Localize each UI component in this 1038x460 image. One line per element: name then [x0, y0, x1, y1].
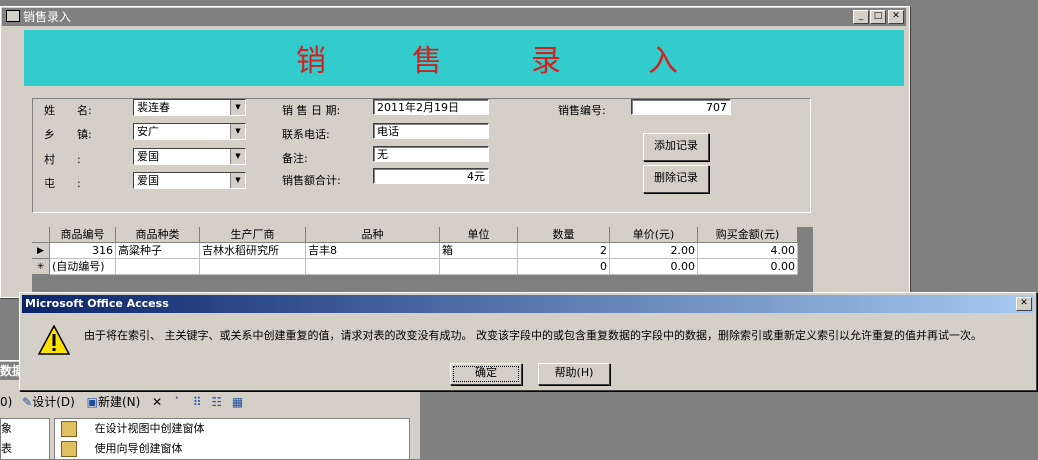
note-label: 备注:: [282, 152, 308, 165]
small-icons-icon[interactable]: ⠿: [193, 395, 202, 409]
column-header[interactable]: 生产厂商: [200, 227, 306, 243]
table-cell[interactable]: 吉林水稻研究所: [200, 243, 306, 259]
dialog-title: Microsoft Office Access: [25, 297, 169, 310]
open-button-fragment[interactable]: 0): [0, 395, 12, 409]
banner-char: 录: [531, 44, 561, 79]
design-icon: ✎: [22, 395, 33, 409]
village-combo[interactable]: 爱国 ▼: [133, 148, 246, 165]
close-icon[interactable]: ✕: [888, 10, 904, 24]
list-item[interactable]: 使用向导创建窗体: [55, 439, 409, 459]
dropdown-arrow-icon[interactable]: ▼: [230, 100, 245, 115]
column-header[interactable]: 单位: [440, 227, 518, 243]
dropdown-arrow-icon[interactable]: ▼: [230, 149, 245, 164]
banner-char: 销: [296, 44, 326, 79]
new-record-selector[interactable]: ✳: [32, 259, 50, 275]
village-label: 村 :: [44, 153, 81, 166]
village-value: 爱国: [137, 150, 159, 163]
help-button[interactable]: 帮助(H): [538, 363, 610, 385]
table-cell[interactable]: 316: [50, 243, 116, 259]
column-header[interactable]: 商品编号: [50, 227, 116, 243]
ok-button[interactable]: 确定: [450, 363, 522, 385]
warning-icon: [38, 325, 70, 355]
dropdown-arrow-icon[interactable]: ▼: [230, 124, 245, 139]
list-item-label: 使用向导创建窗体: [94, 442, 183, 455]
table-cell[interactable]: [306, 259, 440, 275]
delete-record-button[interactable]: 删除记录: [643, 165, 709, 193]
town-combo[interactable]: 安广 ▼: [133, 123, 246, 140]
table-cell[interactable]: 0: [518, 259, 610, 275]
sales-form-window: 销售录入 _ □ ✕ 销 售 录 入 姓 名: 裴连春 ▼ 乡 镇: 安广 ▼ 村 …: [0, 6, 910, 298]
list-item[interactable]: 在设计视图中创建窗体: [55, 419, 409, 439]
hamlet-combo[interactable]: 爱国 ▼: [133, 172, 246, 189]
date-field[interactable]: 2011年2月19日: [373, 99, 489, 115]
db-object-item[interactable]: 表: [1, 439, 49, 459]
db-items-pane: 在设计视图中创建窗体 使用向导创建窗体: [54, 418, 410, 460]
dialog-title-bar[interactable]: Microsoft Office Access ✕: [22, 295, 1034, 313]
form-item-icon: [61, 441, 77, 457]
hamlet-value: 爱国: [137, 174, 159, 187]
maximize-icon[interactable]: □: [870, 10, 886, 24]
sales-datasheet: 商品编号 商品种类 生产厂商 品种 单位 数量 单价(元) 购买金额(元) ▶ …: [32, 227, 813, 297]
sale-no-label: 销售编号:: [558, 104, 606, 117]
banner-char: 售: [412, 44, 442, 79]
banner-char: 入: [648, 44, 678, 79]
grid-corner[interactable]: [32, 227, 50, 243]
name-label: 姓 名:: [44, 104, 92, 117]
table-cell[interactable]: 4.00: [698, 243, 798, 259]
table-cell[interactable]: 吉丰8: [306, 243, 440, 259]
error-dialog: Microsoft Office Access ✕ 由于将在索引、 主关键字、或…: [19, 292, 1037, 391]
dropdown-arrow-icon[interactable]: ▼: [230, 173, 245, 188]
large-icons-icon[interactable]: ⠁: [174, 395, 183, 409]
town-value: 安广: [137, 125, 159, 138]
table-cell[interactable]: 高粱种子: [116, 243, 200, 259]
table-cell[interactable]: [116, 259, 200, 275]
list-view-icon[interactable]: ☷: [211, 395, 222, 409]
table-cell[interactable]: [440, 259, 518, 275]
town-label: 乡 镇:: [44, 128, 92, 141]
form-title-bar[interactable]: 销售录入 _ □ ✕: [2, 8, 906, 26]
table-cell[interactable]: (自动编号): [50, 259, 116, 275]
name-combo[interactable]: 裴连春 ▼: [133, 99, 246, 116]
total-field[interactable]: 4元: [373, 168, 489, 184]
column-header[interactable]: 品种: [306, 227, 440, 243]
table-cell[interactable]: 2.00: [610, 243, 698, 259]
phone-field[interactable]: 电话: [373, 123, 489, 139]
dialog-message: 由于将在索引、 主关键字、或关系中创建重复的值，请求对表的改变没有成功。 改变该…: [84, 329, 982, 342]
form-banner: 销 售 录 入: [24, 30, 904, 86]
table-cell[interactable]: 箱: [440, 243, 518, 259]
delete-x-icon[interactable]: ✕: [152, 395, 162, 409]
phone-label: 联系电话:: [282, 128, 330, 141]
list-item-label: 在设计视图中创建窗体: [94, 422, 205, 435]
table-cell[interactable]: 0.00: [698, 259, 798, 275]
db-objects-list: 象 表: [0, 418, 50, 460]
db-object-item[interactable]: 象: [1, 419, 49, 439]
close-icon[interactable]: ✕: [1016, 297, 1032, 311]
table-cell[interactable]: [200, 259, 306, 275]
total-label: 销售额合计:: [282, 174, 341, 187]
design-button[interactable]: 设计(D): [32, 395, 75, 409]
table-cell[interactable]: 2: [518, 243, 610, 259]
details-view-icon[interactable]: ▦: [232, 395, 243, 409]
column-header[interactable]: 购买金额(元): [698, 227, 798, 243]
form-item-icon: [61, 421, 77, 437]
form-window-icon: [6, 10, 20, 22]
column-header[interactable]: 单价(元): [610, 227, 698, 243]
table-cell[interactable]: 0.00: [610, 259, 698, 275]
new-icon: ▣: [86, 395, 98, 409]
add-record-button[interactable]: 添加记录: [643, 133, 709, 161]
name-value: 裴连春: [137, 101, 170, 114]
record-selector[interactable]: ▶: [32, 243, 50, 259]
form-title: 销售录入: [23, 10, 72, 24]
column-header[interactable]: 数量: [518, 227, 610, 243]
column-header[interactable]: 商品种类: [116, 227, 200, 243]
hamlet-label: 屯 :: [44, 177, 81, 190]
sale-no-field[interactable]: 707: [631, 99, 731, 115]
date-label: 销 售 日 期:: [282, 104, 341, 117]
new-button[interactable]: 新建(N): [98, 395, 140, 409]
minimize-icon[interactable]: _: [853, 10, 869, 24]
db-toolbar: 0) ✎设计(D) ▣新建(N) ✕ ⠁ ⠿ ☷ ▦: [0, 392, 243, 412]
note-field[interactable]: 无: [373, 146, 489, 162]
